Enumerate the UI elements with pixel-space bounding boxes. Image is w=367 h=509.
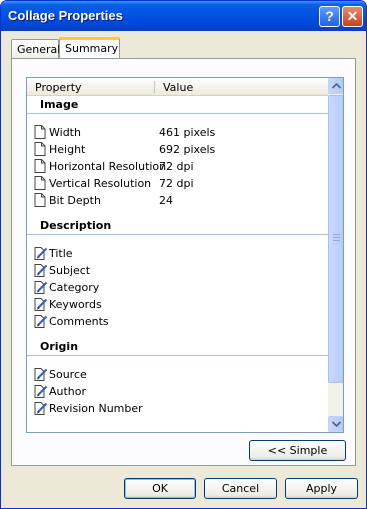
property-label: Bit Depth (49, 194, 101, 207)
grip-line (333, 234, 340, 235)
edit-document-icon (34, 280, 48, 294)
property-value[interactable]: 72 dpi (159, 177, 194, 190)
edit-document-icon (34, 314, 48, 328)
scroll-up-button[interactable] (328, 78, 343, 94)
property-row[interactable]: Source (27, 366, 328, 383)
ok-button[interactable]: OK (124, 478, 196, 499)
chevron-down-icon (332, 421, 341, 427)
property-row[interactable]: Height 692 pixels (27, 141, 328, 158)
property-row[interactable]: Keywords (27, 296, 328, 313)
property-label: Title (49, 247, 73, 260)
title-bar[interactable]: Collage Properties ? ✕ (1, 1, 366, 31)
document-icon (34, 193, 46, 207)
edit-document-icon (34, 263, 48, 277)
list-header: Property Value (27, 78, 328, 96)
section-header: Description (27, 217, 328, 235)
chevron-up-icon (332, 83, 341, 89)
document-icon (34, 142, 46, 156)
property-row[interactable]: Author (27, 383, 328, 400)
property-label: Revision Number (49, 402, 143, 415)
property-label: Height (49, 143, 86, 156)
property-row[interactable]: Revision Number (27, 400, 328, 417)
column-header-property[interactable]: Property (35, 81, 82, 94)
scroll-down-button[interactable] (328, 416, 343, 432)
summary-tab-panel: Property Value Image Width 461 pixels Heigh… (11, 58, 356, 466)
property-value[interactable]: 24 (159, 194, 173, 207)
grip-line (333, 240, 340, 241)
edit-document-icon (34, 367, 48, 381)
property-row[interactable]: Title (27, 245, 328, 262)
property-row[interactable]: Bit Depth 24 (27, 192, 328, 209)
property-value[interactable]: 72 dpi (159, 160, 194, 173)
property-label: Width (49, 126, 81, 139)
section-header: Image (27, 96, 328, 114)
property-label: Horizontal Resolution (49, 160, 167, 173)
property-row[interactable]: Horizontal Resolution 72 dpi (27, 158, 328, 175)
vertical-scrollbar[interactable] (328, 78, 343, 432)
section-title: Description (40, 219, 112, 232)
edit-document-icon (34, 297, 48, 311)
section-title: Origin (40, 340, 79, 353)
properties-dialog: Collage Properties ? ✕ General Summary P… (0, 0, 367, 509)
property-label: Category (49, 281, 100, 294)
tab-general[interactable]: General (11, 39, 60, 59)
property-value[interactable]: 461 pixels (159, 126, 215, 139)
tab-summary[interactable]: Summary (59, 37, 120, 60)
property-label: Subject (49, 264, 91, 277)
document-icon (34, 125, 46, 139)
property-label: Author (49, 385, 87, 398)
edit-document-icon (34, 384, 48, 398)
document-icon (34, 159, 46, 173)
section-header: Origin (27, 338, 328, 356)
property-row[interactable]: Comments (27, 313, 328, 330)
edit-document-icon (34, 246, 48, 260)
property-list[interactable]: Property Value Image Width 461 pixels Heigh… (26, 77, 344, 433)
scroll-thumb[interactable] (328, 95, 343, 383)
property-row[interactable]: Vertical Resolution 72 dpi (27, 175, 328, 192)
property-label: Keywords (49, 298, 102, 311)
property-label: Source (49, 368, 87, 381)
column-header-value[interactable]: Value (163, 81, 193, 94)
grip-line (333, 237, 340, 238)
edit-document-icon (34, 401, 48, 415)
property-value[interactable]: 692 pixels (159, 143, 215, 156)
apply-button[interactable]: Apply (285, 478, 358, 499)
window-title: Collage Properties (8, 8, 123, 23)
property-row[interactable]: Width 461 pixels (27, 124, 328, 141)
property-label: Comments (49, 315, 109, 328)
simple-view-button[interactable]: << Simple (249, 440, 346, 461)
property-row[interactable]: Subject (27, 262, 328, 279)
close-button[interactable]: ✕ (342, 6, 363, 27)
property-label: Vertical Resolution (49, 177, 152, 190)
property-row[interactable]: Category (27, 279, 328, 296)
column-divider[interactable] (154, 81, 155, 93)
help-button[interactable]: ? (319, 6, 340, 27)
cancel-button[interactable]: Cancel (204, 478, 277, 499)
document-icon (34, 176, 46, 190)
section-title: Image (40, 98, 79, 111)
